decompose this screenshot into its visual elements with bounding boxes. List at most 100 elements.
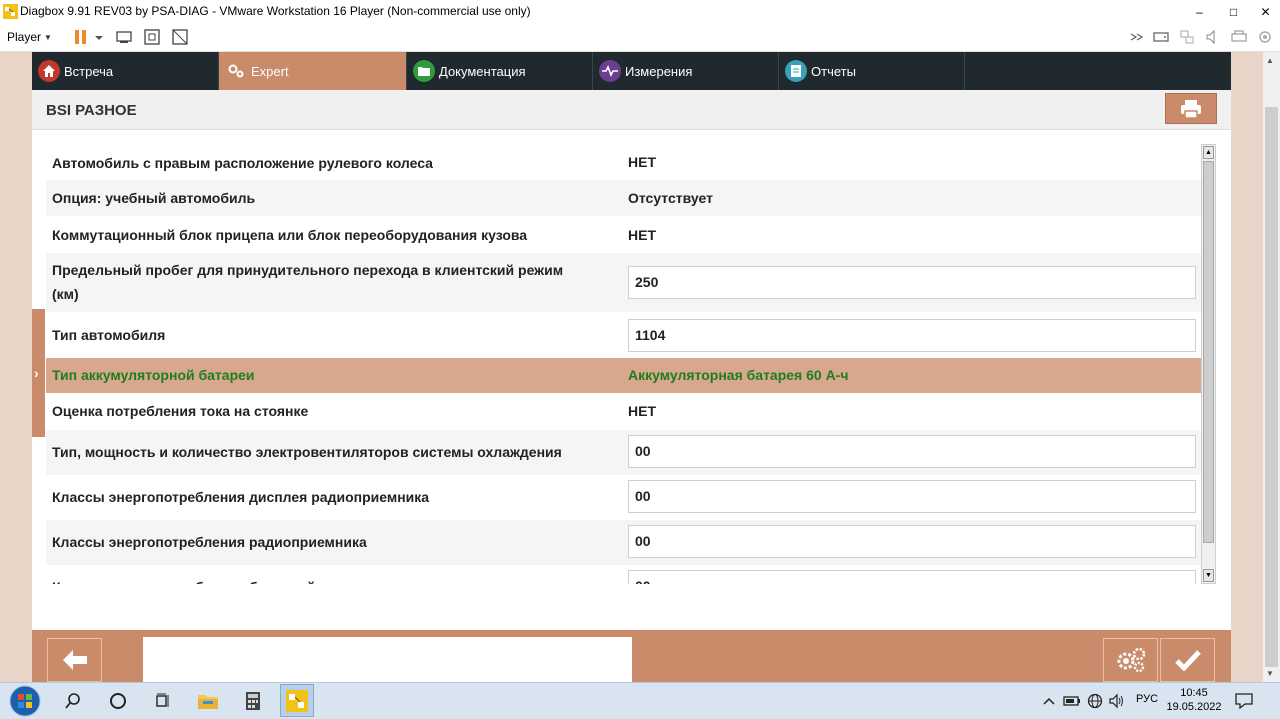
scroll-up-icon[interactable]: ▲ <box>1203 146 1214 159</box>
vm-scrollbar[interactable]: ▲ ▼ <box>1263 52 1280 682</box>
checkmark-icon <box>1174 650 1201 671</box>
row-label: Классы энергопотребления радиоприемника <box>52 534 367 550</box>
volume-icon[interactable] <box>1107 687 1127 714</box>
tab-label: Expert <box>251 63 289 79</box>
side-panel-toggle[interactable]: › <box>32 309 45 437</box>
task-view-icon[interactable] <box>103 687 133 714</box>
tab-izmereniya[interactable]: Измерения <box>593 52 779 90</box>
table-row[interactable]: Классы энергопотребления радиоприемника … <box>46 520 1201 565</box>
clock-date: 19.05.2022 <box>1166 701 1222 713</box>
row-label: Тип аккумуляторной батареи <box>52 367 255 383</box>
hard-disk-icon[interactable] <box>1152 28 1170 46</box>
more-devices-icon[interactable] <box>1128 28 1146 46</box>
unity-icon[interactable] <box>171 28 189 46</box>
folder-icon <box>413 60 435 82</box>
footer-message-field <box>143 637 632 682</box>
scroll-down-icon[interactable]: ▼ <box>1266 669 1274 678</box>
table-row[interactable]: Предельный пробег для принудительного пе… <box>46 253 1201 312</box>
table-row[interactable]: Оценка потребления тока на стоянке НЕТ <box>46 393 1201 430</box>
house-icon <box>38 60 60 82</box>
settings-device-icon[interactable] <box>1256 28 1274 46</box>
minimize-button[interactable]: – <box>1188 0 1211 23</box>
row-input[interactable]: 250 <box>628 266 1196 299</box>
pause-dropdown-icon[interactable] <box>94 28 104 46</box>
tab-otchety[interactable]: Отчеты <box>779 52 965 90</box>
close-button[interactable]: ✕ <box>1254 0 1277 23</box>
row-input[interactable]: 00 <box>628 435 1196 468</box>
tab-dokumentaciya[interactable]: Документация <box>407 52 593 90</box>
row-label: Коммутационный блок прицепа или блок пер… <box>52 227 528 243</box>
input-language-indicator[interactable]: РУС <box>1136 693 1158 705</box>
pause-icon[interactable] <box>72 28 90 46</box>
back-button[interactable] <box>47 638 102 682</box>
page-header <box>32 90 1231 130</box>
parameters-table: Автомобиль с правым расположение рулевог… <box>46 144 1201 584</box>
maximize-button[interactable]: □ <box>1222 0 1245 23</box>
row-label: Классы энергопотребления дисплея радиопр… <box>52 489 430 505</box>
start-button[interactable] <box>6 683 44 719</box>
chevron-right-icon: › <box>34 365 39 381</box>
sound-card-icon[interactable] <box>1204 28 1222 46</box>
scrollbar-thumb[interactable] <box>1203 161 1214 543</box>
confirm-button[interactable] <box>1160 638 1215 682</box>
tab-expert[interactable]: Expert <box>219 52 407 90</box>
tab-vstrecha[interactable]: Встреча <box>32 52 219 90</box>
vm-scrollbar-thumb[interactable] <box>1265 107 1278 667</box>
scroll-up-icon[interactable]: ▲ <box>1266 56 1274 65</box>
table-row-selected[interactable]: Тип аккумуляторной батареи Аккумуляторна… <box>46 358 1201 393</box>
tab-label: Встреча <box>64 63 114 79</box>
settings-button[interactable] <box>1103 638 1158 682</box>
gears-icon <box>1117 647 1145 673</box>
scroll-down-icon[interactable]: ▼ <box>1203 569 1214 582</box>
taskbar-clock[interactable]: 10:45 19.05.2022 <box>1166 686 1222 714</box>
waveform-icon <box>599 60 621 82</box>
table-row[interactable]: Классы энергопотребления бортовой 00 <box>46 565 1201 584</box>
vmware-toolbar: Player ▼ <box>0 23 1280 52</box>
tab-label: Измерения <box>625 63 693 79</box>
row-label: Классы энергопотребления бортовой <box>52 575 315 584</box>
send-ctrl-alt-del-icon[interactable] <box>115 28 133 46</box>
row-input[interactable]: 00 <box>628 570 1196 584</box>
table-row[interactable]: Автомобиль с правым расположение рулевог… <box>46 144 1201 180</box>
row-value: НЕТ <box>628 403 656 419</box>
notifications-icon[interactable] <box>1232 687 1256 714</box>
row-label: Опция: учебный автомобиль <box>52 190 256 206</box>
battery-icon[interactable] <box>1062 687 1082 714</box>
print-button[interactable] <box>1165 93 1217 124</box>
row-label: Предельный пробег для принудительного пе… <box>52 262 564 278</box>
calculator-icon[interactable] <box>238 687 268 714</box>
table-row[interactable]: Тип автомобиля 1104 <box>46 312 1201 358</box>
network-globe-icon[interactable] <box>1085 687 1105 714</box>
table-row[interactable]: Тип, мощность и количество электровентил… <box>46 430 1201 475</box>
diagbox-app-icon <box>3 4 18 19</box>
diagbox-taskbar-button[interactable] <box>280 684 314 717</box>
row-label: Тип, мощность и количество электровентил… <box>52 444 562 460</box>
window-title-bar[interactable]: Diagbox 9.91 REV03 by PSA-DIAG - VMware … <box>0 0 1280 23</box>
file-explorer-icon[interactable] <box>193 687 223 714</box>
network-adapter-icon[interactable] <box>1178 28 1196 46</box>
arrow-left-icon <box>62 650 87 670</box>
row-input[interactable]: 1104 <box>628 319 1196 352</box>
page-title: BSI РАЗНОЕ <box>46 102 137 119</box>
report-icon <box>785 60 807 82</box>
tab-label: Документация <box>439 63 526 79</box>
row-label: Оценка потребления тока на стоянке <box>52 403 309 419</box>
row-label-continued: (км) <box>52 286 79 302</box>
row-input[interactable]: 00 <box>628 525 1196 558</box>
table-scrollbar[interactable]: ▲ ▼ <box>1201 144 1216 584</box>
table-row[interactable]: Опция: учебный автомобиль Отсутствует <box>46 180 1201 216</box>
table-row[interactable]: Коммутационный блок прицепа или блок пер… <box>46 216 1201 253</box>
player-menu[interactable]: Player <box>7 30 41 44</box>
printer-device-icon[interactable] <box>1230 28 1248 46</box>
windows-logo-icon <box>9 685 41 717</box>
row-input[interactable]: 00 <box>628 480 1196 513</box>
tray-expand-icon[interactable] <box>1041 687 1057 714</box>
gears-icon <box>225 60 247 82</box>
table-row[interactable]: Классы энергопотребления дисплея радиопр… <box>46 475 1201 520</box>
fullscreen-icon[interactable] <box>143 28 161 46</box>
player-menu-caret-icon[interactable]: ▼ <box>44 33 52 42</box>
search-icon[interactable] <box>58 687 88 714</box>
timeline-icon[interactable] <box>148 687 178 714</box>
row-value: Отсутствует <box>628 190 713 206</box>
window-title: Diagbox 9.91 REV03 by PSA-DIAG - VMware … <box>20 4 531 18</box>
